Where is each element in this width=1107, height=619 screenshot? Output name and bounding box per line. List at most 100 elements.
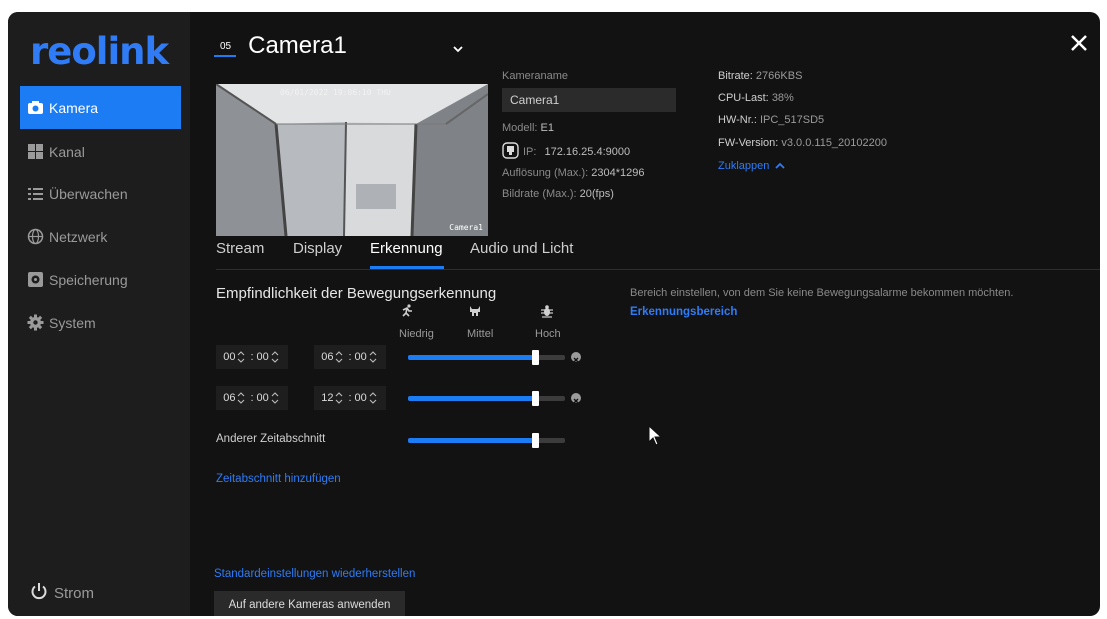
hw-value: IPC_517SD5 [759,114,825,126]
end-time-picker[interactable]: 12:00 [314,386,386,410]
sidebar-item-system[interactable]: System [20,301,181,344]
preview-camera-label: Camera1 [449,223,483,232]
sidebar-item-kamera[interactable]: Kamera [20,86,181,129]
chevron-down-icon[interactable] [452,40,464,58]
minute-value[interactable]: 00 [355,392,367,404]
ip-info: IP: 172.16.25.4:9000 [502,142,630,162]
sidebar: reolink Kamera Kanal Überwachen Netzwerk [8,12,190,616]
main-panel: 05 Camera1 06/01/2022 19:06:10 THU Camer… [190,12,1100,616]
sidebar-item-label: Überwachen [49,185,128,202]
tab-audio-und-licht[interactable]: Audio und Licht [470,240,573,257]
close-icon[interactable] [1070,34,1088,57]
bitrate-value: 2766KBS [755,70,803,82]
power-button[interactable]: Strom [30,582,94,604]
camera-icon [27,99,44,116]
sidebar-item-speicherung[interactable]: Speicherung [20,258,181,301]
fw-info: FW-Version: v3.0.0.115_20102200 [718,137,887,149]
slider-thumb[interactable] [532,433,539,448]
bitrate-info: Bitrate: 2766KBS [718,70,802,82]
camera-selector[interactable]: 05 Camera1 [214,32,347,60]
resolution-value: 2304*1296 [591,167,645,179]
tab-erkennung[interactable]: Erkennung [370,240,443,257]
hw-label: HW-Nr.: [718,114,757,126]
spinner-icon[interactable] [271,350,279,364]
camera-name-label: Kameraname [502,70,569,82]
slider-thumb[interactable] [532,391,539,406]
remove-period-button[interactable] [571,352,581,363]
ethernet-icon [502,142,519,162]
sensitivity-slider[interactable] [408,350,565,365]
camera-title: Camera1 [248,32,347,59]
time-separator: : [250,351,254,363]
framerate-info: Bildrate (Max.): 20(fps) [502,188,614,200]
start-time-picker[interactable]: 06:00 [216,386,288,410]
remove-period-button[interactable] [571,393,581,404]
spinner-icon[interactable] [237,391,245,405]
hour-value[interactable]: 00 [223,351,235,363]
minute-value[interactable]: 00 [257,351,269,363]
close-circle-icon [573,398,579,404]
power-label: Strom [54,584,95,602]
bug-icon [540,304,554,323]
detection-area-link[interactable]: Erkennungsbereich [630,306,737,318]
mouse-pointer-icon [648,424,663,452]
restore-defaults-link[interactable]: Standardeinstellungen wiederherstellen [214,568,415,580]
end-time-picker[interactable]: 06:00 [314,345,386,369]
sidebar-item-label: Kamera [49,99,99,116]
camera-preview: 06/01/2022 19:06:10 THU Camera1 [216,84,488,236]
section-title: Empfindlichkeit der Bewegungserkennung [216,285,497,302]
spinner-icon[interactable] [271,391,279,405]
tab-display[interactable]: Display [293,240,342,257]
settings-window: reolink Kamera Kanal Überwachen Netzwerk [8,12,1100,616]
collapse-link[interactable]: Zuklappen [718,160,786,172]
slider-fill [408,438,535,443]
ip-value: 172.16.25.4:9000 [544,146,631,158]
channel-grid-icon [27,143,44,160]
other-period-label: Anderer Zeitabschnitt [216,433,326,445]
cpu-label: CPU-Last: [718,92,769,104]
running-person-icon [400,304,414,323]
level-low-label: Niedrig [399,328,434,340]
hour-value[interactable]: 06 [223,392,235,404]
reolink-logo: reolink [30,30,169,73]
collapse-label: Zuklappen [718,160,770,172]
sidebar-item-kanal[interactable]: Kanal [20,130,181,173]
hour-value[interactable]: 06 [321,351,333,363]
globe-icon [27,228,44,245]
start-time-picker[interactable]: 00:00 [216,345,288,369]
framerate-label: Bildrate (Max.): [502,188,577,200]
spinner-icon[interactable] [369,350,377,364]
tab-stream[interactable]: Stream [216,240,264,257]
spinner-icon[interactable] [369,391,377,405]
add-time-period-link[interactable]: Zeitabschnitt hinzufügen [216,473,341,485]
preview-image [216,84,488,236]
hw-info: HW-Nr.: IPC_517SD5 [718,114,824,126]
cpu-info: CPU-Last: 38% [718,92,794,104]
sidebar-item-label: Netzwerk [49,228,108,245]
sensitivity-slider[interactable] [408,391,565,406]
resolution-info: Auflösung (Max.): 2304*1296 [502,167,645,179]
resolution-label: Auflösung (Max.): [502,167,589,179]
fw-value: v3.0.0.115_20102200 [781,137,887,149]
sidebar-item-ueberwachen[interactable]: Überwachen [20,172,181,215]
minute-value[interactable]: 00 [355,351,367,363]
minute-value[interactable]: 00 [257,392,269,404]
slider-thumb[interactable] [532,350,539,365]
apply-to-other-cameras-button[interactable]: Auf andere Kameras anwenden [214,591,405,616]
hour-value[interactable]: 12 [321,392,333,404]
fw-label: FW-Version: [718,137,779,149]
bitrate-label: Bitrate: [718,70,753,82]
other-period-slider[interactable] [408,433,565,448]
gear-icon [27,314,44,331]
sidebar-item-netzwerk[interactable]: Netzwerk [20,215,181,258]
level-medium-label: Mittel [467,328,494,340]
spinner-icon[interactable] [335,350,343,364]
time-separator: : [348,392,352,404]
sidebar-item-label: System [49,314,96,331]
storage-icon [27,271,44,288]
camera-name-field[interactable]: Camera1 [502,88,676,112]
spinner-icon[interactable] [335,391,343,405]
spinner-icon[interactable] [237,350,245,364]
power-icon [30,582,48,604]
time-separator: : [348,351,352,363]
